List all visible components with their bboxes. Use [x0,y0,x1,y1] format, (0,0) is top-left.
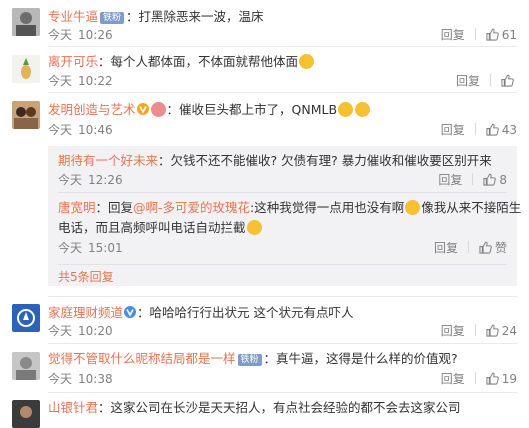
like-button[interactable]: 61 [486,28,517,42]
thumb-up-icon [486,324,499,337]
thumb-up-icon [486,372,499,385]
comment-text: ：真牛逼，这得是什么样的价值观? [263,351,458,366]
divider [58,264,507,265]
comment-time: 10:26 [78,28,113,42]
comment-time: 12:26 [88,173,123,187]
comment-item: 离开可乐：每个人都体面，不体面就帮他体面 今天 10:22 回复 [0,47,529,91]
comment-item: 觉得不管取什么昵称结局都是一样 铁粉 ：真牛逼，这得是什么样的价值观? 今天 10:3… [0,344,529,390]
avatar[interactable] [12,400,40,428]
mention-link[interactable]: @啊-多可爱的玫瑰花 [133,200,250,215]
reply-button[interactable]: 回复 [456,73,480,89]
thumb-up-icon [483,173,496,186]
avatar[interactable] [12,352,40,380]
fan-badge: 铁粉 [237,354,262,366]
comment-time: 10:38 [78,372,113,386]
reply-button[interactable]: 回复 [441,122,465,138]
action-divider [474,324,476,336]
username-link[interactable]: 期待有一个好未来 [58,153,158,168]
thumb-up-icon [479,241,492,254]
comment-meta: 今天 10:26 [48,27,113,43]
avatar[interactable] [12,304,40,332]
divider [58,192,507,193]
emoji-icon [246,220,262,235]
reply-button[interactable]: 回复 [441,323,465,339]
username-link[interactable]: 唐宽明 [58,200,96,215]
comment-date: 今天 [48,324,73,338]
comment-text: ：每个人都体面，不体面就帮他体面 [98,54,299,69]
action-divider [467,241,469,253]
action-divider [474,123,476,135]
reply-text: ：欠钱不还不能催收? 欠债有理? 暴力催收和催收要区别开来 [158,153,492,168]
emoji-icon [405,200,421,215]
like-button[interactable]: 赞 [479,241,507,255]
reply-text: 像我从来不接陌生 [421,200,522,215]
emoji-icon [299,54,315,69]
comment-text: ：催收巨头都上市了，QNMLB [166,102,338,117]
reply-thread: 期待有一个好未来：欠钱不还不能催收? 欠债有理? 暴力催收和催收要区别开来 今天… [48,146,521,286]
thumb-up-icon [486,123,499,136]
more-replies-link[interactable]: 共5条回复 [58,269,114,285]
comment-item: 专业牛逼 铁粉 ：打黑除恶来一波，温床 今天 10:26 回复 61 [0,0,529,44]
comment-date: 今天 [48,74,73,88]
comment-date: 今天 [48,372,73,386]
username-link[interactable]: 发明创造与艺术 [48,102,136,117]
comment-time: 15:01 [88,241,123,255]
comment-date: 今天 [58,173,83,187]
reply-prefix: ：回复 [95,200,134,215]
username-link[interactable]: 家庭理财频道 [48,305,123,320]
action-divider [474,372,476,384]
comment-text: ：打黑除恶来一波，温床 [126,9,264,24]
thumb-up-icon [501,74,514,87]
verified-v-icon [136,103,149,115]
reply-button[interactable]: 回复 [434,240,458,256]
reply-item: 期待有一个好未来：欠钱不还不能催收? 欠债有理? 暴力催收和催收要区别开来 今天… [58,152,517,192]
avatar[interactable] [12,55,40,83]
like-button[interactable] [501,74,517,88]
emoji-icon [355,102,371,117]
like-button[interactable]: 43 [486,123,517,137]
like-button[interactable]: 24 [486,324,517,338]
username-link[interactable]: 觉得不管取什么昵称结局都是一样 [48,351,236,366]
action-divider [472,173,474,185]
comment-date: 今天 [48,123,73,137]
username-link[interactable]: 离开可乐 [48,54,98,69]
username-link[interactable]: 专业牛逼 [48,9,98,24]
verified-v-icon [124,306,137,318]
comment-text: ：这家公司在长沙是天天招人，有点社会经验的都不会去这家公司 [98,400,461,415]
reply-button[interactable]: 回复 [438,172,462,188]
comment-item: 家庭理财频道 ：哈哈哈行行出状元 这个状元有点吓人 今天 10:20 回复 24 [0,297,529,343]
comment-time: 10:22 [78,74,113,88]
comment-time: 10:46 [78,123,113,137]
emoji-icon [338,102,354,117]
avatar[interactable] [12,101,40,129]
comment-item: 山银针君：这家公司在长沙是天天招人，有点社会经验的都不会去这家公司 [0,393,529,428]
thumb-up-icon [486,28,499,41]
like-button[interactable]: 19 [486,372,517,386]
reply-button[interactable]: 回复 [441,27,465,43]
emoji-icon [150,102,166,117]
reply-button[interactable]: 回复 [441,371,465,387]
action-divider [490,74,491,86]
like-button[interactable]: 8 [483,173,507,187]
reply-text: :这种我觉得一点用也没有啊 [250,200,405,215]
avatar[interactable] [12,8,40,36]
action-divider [474,28,476,40]
comment-time: 10:20 [78,324,113,338]
username-link[interactable]: 山银针君 [48,400,98,415]
reply-text: 电话，而且高频呼叫电话自动拦截 [58,220,246,235]
comment-date: 今天 [58,241,83,255]
comment-text: ：哈哈哈行行出状元 这个状元有点吓人 [137,305,354,320]
fan-badge: 铁粉 [100,12,125,24]
comment-date: 今天 [48,28,73,42]
reply-item: 唐宽明：回复@啊-多可爱的玫瑰花:这种我觉得一点用也没有啊 像我从来不接陌生 电话… [58,199,521,261]
